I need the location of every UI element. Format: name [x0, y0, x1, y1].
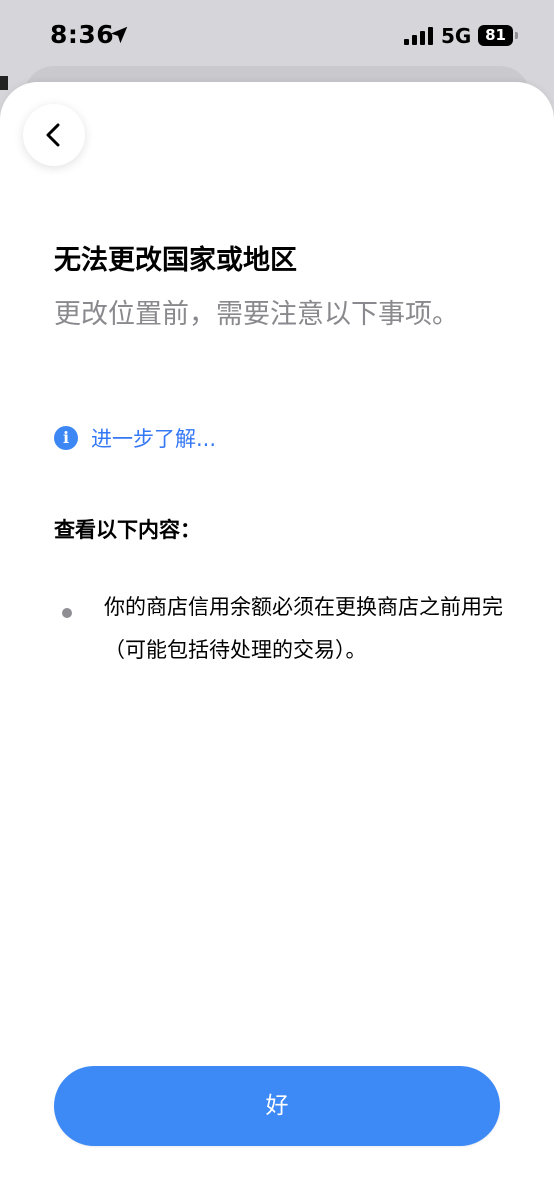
chevron-left-icon	[46, 123, 60, 147]
status-time: 8:36	[50, 20, 115, 49]
battery-icon: 81	[478, 25, 518, 46]
battery-cap	[515, 32, 518, 39]
battery-level: 81	[478, 25, 513, 46]
page-title: 无法更改国家或地区	[54, 245, 297, 276]
screen: 8:36 5G 81 无法更改国家或地区 更改位置前，需要注意以下事项。 i 进…	[0, 0, 554, 1200]
location-arrow-icon	[110, 26, 128, 44]
cellular-signal-icon	[404, 27, 433, 45]
learn-more-link[interactable]: i 进一步了解...	[54, 422, 216, 454]
learn-more-label: 进一步了解...	[91, 427, 217, 451]
page-subtitle: 更改位置前，需要注意以下事项。	[54, 299, 459, 330]
ok-button[interactable]: 好	[54, 1066, 500, 1146]
bullet-icon	[62, 608, 72, 618]
back-button[interactable]	[23, 104, 85, 166]
info-icon: i	[54, 426, 78, 450]
section-heading: 查看以下内容：	[54, 518, 201, 542]
modal-sheet: 无法更改国家或地区 更改位置前，需要注意以下事项。 i 进一步了解... 查看以…	[0, 82, 554, 1200]
list-item: 你的商店信用余额必须在更换商店之前用完（可能包括待处理的交易）。	[104, 595, 503, 662]
network-type: 5G	[441, 24, 472, 48]
status-bar: 8:36 5G 81	[0, 0, 554, 70]
background-card-edge	[0, 76, 8, 90]
